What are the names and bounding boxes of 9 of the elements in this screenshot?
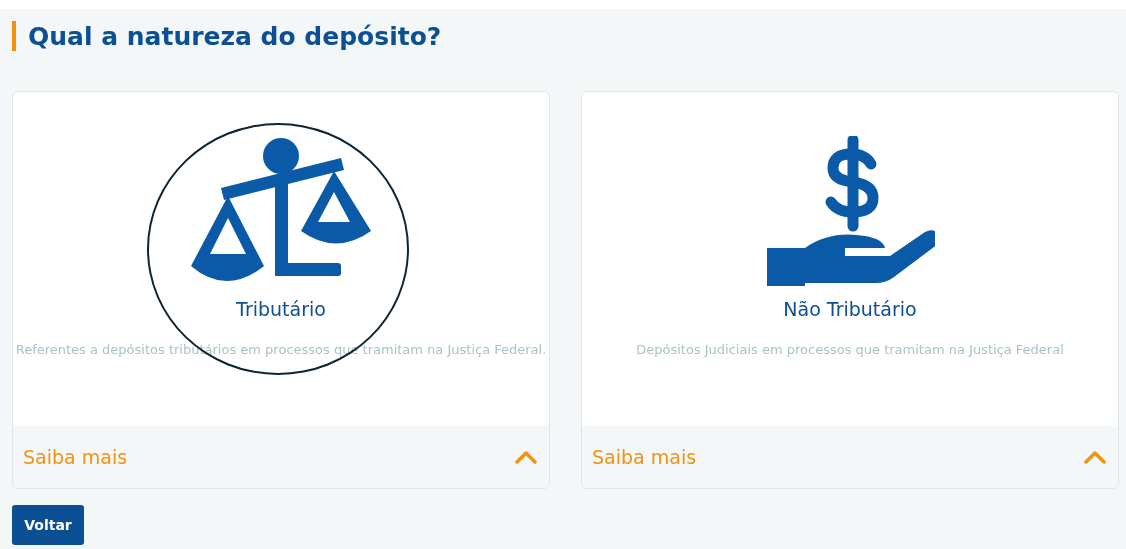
page-heading: Qual a natureza do depósito? bbox=[28, 21, 442, 51]
card-description: Depósitos Judiciais em processos que tramitam na Justiça Federal bbox=[636, 342, 1064, 357]
card-title: Tributário bbox=[236, 298, 326, 320]
hand-dollar-icon bbox=[765, 136, 935, 286]
chevron-up-icon[interactable] bbox=[1084, 450, 1106, 464]
chevron-up-icon[interactable] bbox=[515, 450, 537, 464]
option-card[interactable]: Não Tributário Depósitos Judiciais em processos que tramitam na Justiça Federal Saiba mais bbox=[581, 91, 1119, 489]
card-title: Não Tributário bbox=[783, 298, 917, 320]
back-button[interactable]: Voltar bbox=[12, 505, 84, 545]
